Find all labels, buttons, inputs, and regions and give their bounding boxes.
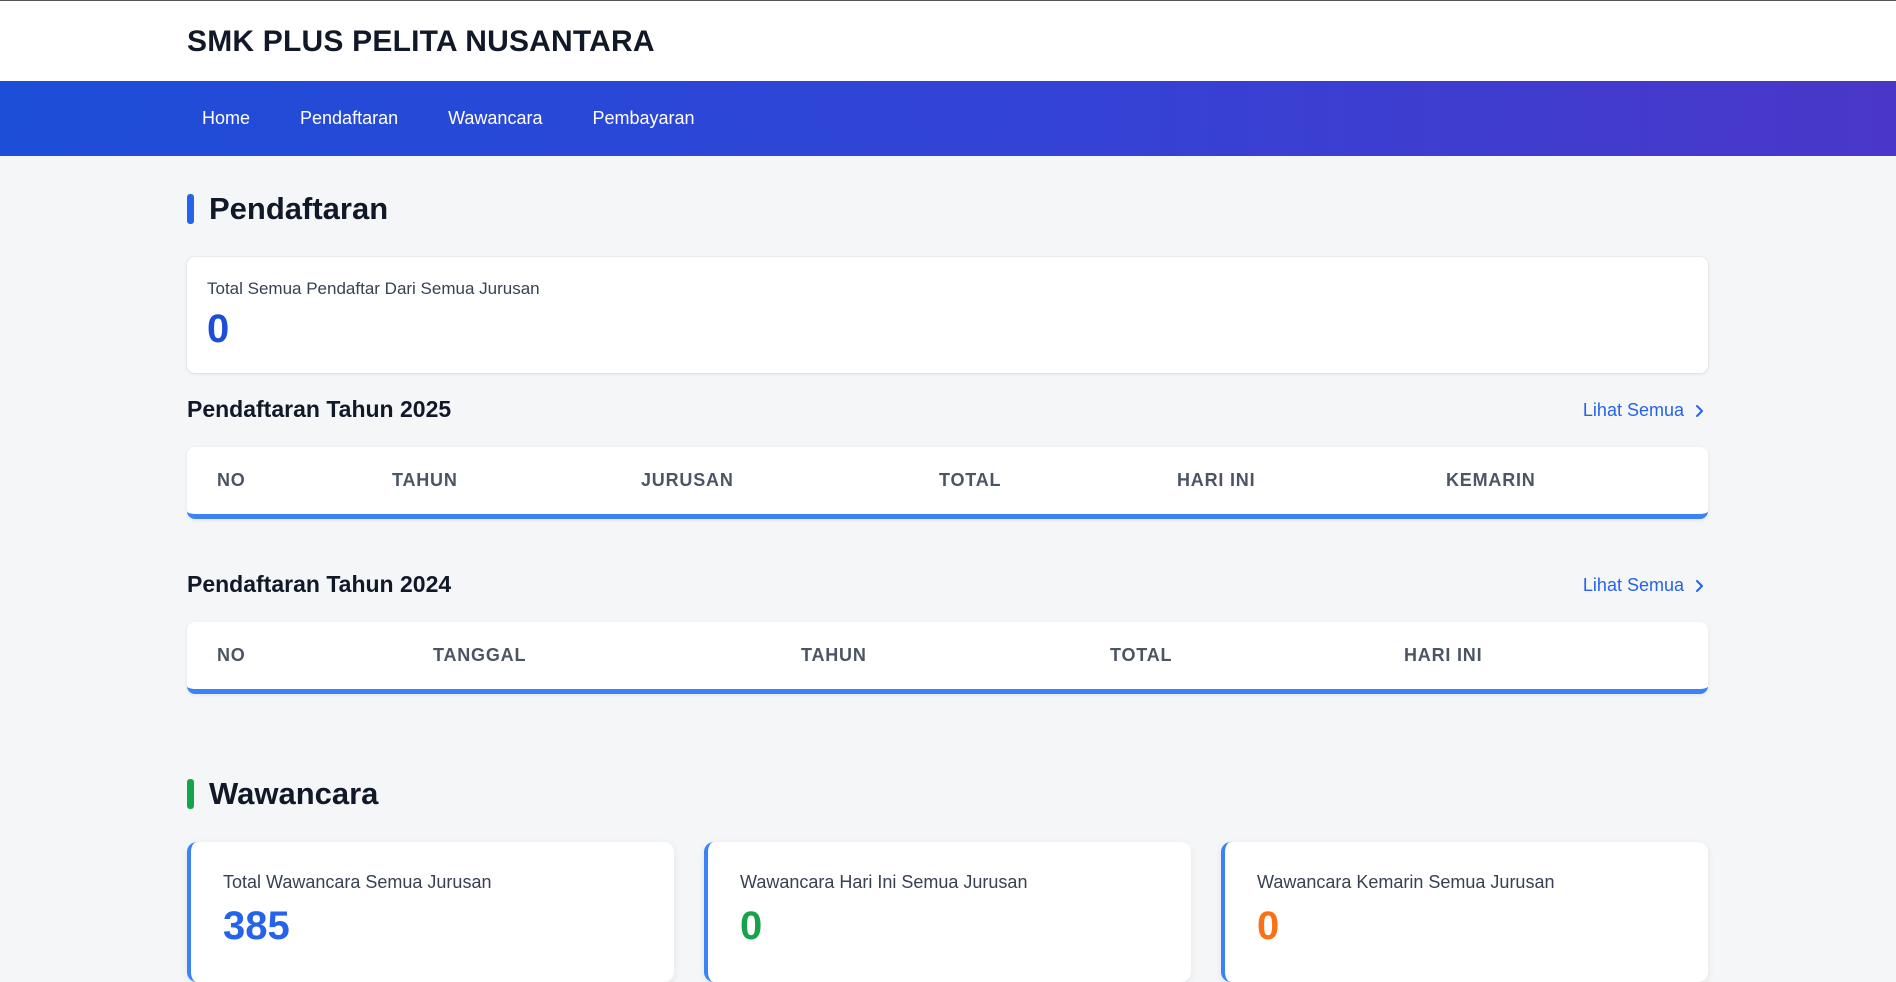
today-interview-value: 0 [740,904,763,948]
main-navbar: Home Pendaftaran Wawancara Pembayaran [0,81,1896,156]
see-all-2025-link[interactable]: Lihat Semua [1583,400,1706,421]
chevron-right-icon [1696,404,1703,417]
pendaftaran-heading: Pendaftaran [209,191,389,226]
total-registrants-card: Total Semua Pendaftar Dari Semua Jurusan… [187,257,1708,373]
today-interview-card: Wawancara Hari Ini Semua Jurusan 0 [704,842,1191,982]
chevron-right-icon [1696,579,1703,592]
column-header-tahun[interactable]: TAHUN [392,470,458,491]
column-header-no[interactable]: NO [217,645,246,666]
section-accent-bar [187,779,194,809]
column-header-total[interactable]: TOTAL [1110,645,1172,666]
total-interview-value: 385 [223,904,290,948]
today-interview-label: Wawancara Hari Ini Semua Jurusan [740,872,1028,892]
wawancara-heading: Wawancara [209,776,379,811]
total-interview-label: Total Wawancara Semua Jurusan [223,872,492,892]
yesterday-interview-value: 0 [1257,904,1280,948]
table-2025: NO TAHUN JURUSAN TOTAL HARI INI KEMARIN [187,447,1708,519]
total-interview-card: Total Wawancara Semua Jurusan 385 [187,842,674,982]
column-header-jurusan[interactable]: JURUSAN [641,470,734,491]
wawancara-section-title: Wawancara [187,776,378,812]
column-header-kemarin[interactable]: KEMARIN [1446,470,1536,491]
column-header-hari-ini[interactable]: HARI INI [1177,470,1255,491]
column-header-tanggal[interactable]: TANGGAL [433,645,526,666]
column-header-hari-ini[interactable]: HARI INI [1404,645,1482,666]
nav-menu: Home Pendaftaran Wawancara Pembayaran [187,81,730,156]
see-all-label: Lihat Semua [1582,400,1684,420]
yesterday-interview-label: Wawancara Kemarin Semua Jurusan [1257,872,1555,892]
nav-item-home[interactable]: Home [187,108,265,129]
table-2024: NO TANGGAL TAHUN TOTAL HARI INI [187,622,1708,694]
total-registrants-label: Total Semua Pendaftar Dari Semua Jurusan [207,279,540,298]
column-header-total[interactable]: TOTAL [939,470,1001,491]
see-all-2024-link[interactable]: Lihat Semua [1583,575,1706,596]
school-name: SMK PLUS PELITA NUSANTARA [187,25,655,58]
column-header-no[interactable]: NO [217,470,246,491]
see-all-label: Lihat Semua [1582,575,1684,595]
table-2025-heading: Pendaftaran Tahun 2025 [187,396,452,422]
nav-item-pendaftaran[interactable]: Pendaftaran [285,108,413,129]
table-2024-heading: Pendaftaran Tahun 2024 [187,571,452,597]
pendaftaran-section-title: Pendaftaran [187,191,388,227]
total-registrants-value: 0 [207,307,230,351]
nav-item-pembayaran[interactable]: Pembayaran [577,108,709,129]
nav-item-wawancara[interactable]: Wawancara [433,108,557,129]
brand-header: SMK PLUS PELITA NUSANTARA [0,1,1896,81]
column-header-tahun[interactable]: TAHUN [801,645,867,666]
yesterday-interview-card: Wawancara Kemarin Semua Jurusan 0 [1221,842,1708,982]
section-accent-bar [187,194,194,224]
